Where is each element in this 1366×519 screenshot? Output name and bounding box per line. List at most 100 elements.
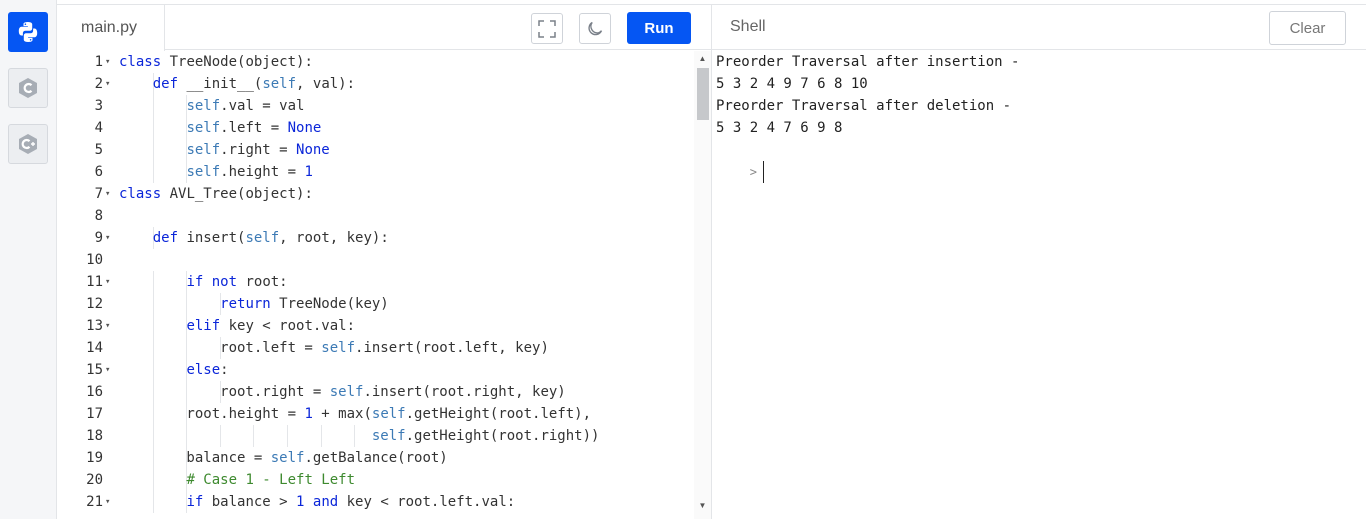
shell-output-line: 5 3 2 4 9 7 6 8 10 bbox=[716, 76, 868, 92]
line-number: 1 bbox=[94, 54, 103, 70]
code-text: class AVL_Tree(object): bbox=[119, 186, 313, 202]
shell-output-line: Preorder Traversal after insertion - bbox=[716, 54, 1020, 70]
cpp-language-icon bbox=[19, 134, 37, 154]
code-text: else: bbox=[186, 362, 229, 378]
code-line[interactable]: 17 root.height = 1 + max(self.getHeight(… bbox=[57, 403, 697, 425]
fullscreen-button[interactable] bbox=[531, 13, 563, 44]
code-line[interactable]: 19 balance = self.getBalance(root) bbox=[57, 447, 697, 469]
line-number: 14 bbox=[86, 340, 103, 356]
fold-toggle-icon[interactable]: ▾ bbox=[105, 271, 110, 293]
shell-prompt: > bbox=[749, 165, 757, 179]
cpp-language-button[interactable] bbox=[8, 124, 48, 164]
language-sidebar bbox=[0, 0, 57, 519]
shell-output-line: 5 3 2 4 7 6 9 8 bbox=[716, 120, 843, 136]
fold-toggle-icon[interactable]: ▾ bbox=[105, 73, 110, 95]
line-number: 7 bbox=[94, 186, 103, 202]
code-text: # Case 1 - Left Left bbox=[186, 472, 356, 488]
moon-icon bbox=[588, 21, 603, 35]
line-number: 11 bbox=[86, 274, 103, 290]
code-editor[interactable]: 1 ▾ class TreeNode(object): 2 ▾ def __init__… bbox=[57, 51, 711, 519]
fold-toggle-icon[interactable]: ▾ bbox=[105, 51, 110, 73]
line-number: 18 bbox=[86, 428, 103, 444]
code-line[interactable]: 20 # Case 1 - Left Left bbox=[57, 469, 697, 491]
line-number: 3 bbox=[94, 98, 103, 114]
editor-scrollbar[interactable]: ▲ ▼ bbox=[694, 51, 711, 519]
clear-button[interactable]: Clear bbox=[1269, 11, 1346, 45]
python-icon bbox=[18, 22, 38, 42]
code-line[interactable]: 7 ▾ class AVL_Tree(object): bbox=[57, 183, 697, 205]
line-number: 19 bbox=[86, 450, 103, 466]
fold-toggle-icon[interactable]: ▾ bbox=[105, 227, 110, 249]
code-line[interactable]: 1 ▾ class TreeNode(object): bbox=[57, 51, 697, 73]
file-tab-main-py[interactable]: main.py bbox=[57, 4, 165, 51]
code-line[interactable]: 3 self.val = val bbox=[57, 95, 697, 117]
code-line[interactable]: 6 self.height = 1 bbox=[57, 161, 697, 183]
code-line[interactable]: 21 ▾ if balance > 1 and key < root.left.v… bbox=[57, 491, 697, 513]
code-line[interactable]: 18 self.getHeight(root.right)) bbox=[57, 425, 697, 447]
line-number: 20 bbox=[86, 472, 103, 488]
fold-toggle-icon[interactable]: ▾ bbox=[105, 315, 110, 337]
code-line[interactable]: 9 ▾ def insert(self, root, key): bbox=[57, 227, 697, 249]
code-line[interactable]: 10 bbox=[57, 249, 697, 271]
code-text: def insert(self, root, key): bbox=[152, 230, 389, 246]
scroll-down-arrow-icon[interactable]: ▼ bbox=[697, 501, 708, 510]
code-line[interactable]: 15 ▾ else: bbox=[57, 359, 697, 381]
line-number: 17 bbox=[86, 406, 103, 422]
code-text: self.right = None bbox=[186, 142, 330, 158]
shell-toolbar: Shell Clear bbox=[712, 4, 1366, 50]
line-number: 10 bbox=[86, 252, 103, 268]
code-text: root.height = 1 + max(self.getHeight(roo… bbox=[119, 406, 592, 422]
text-cursor bbox=[762, 161, 764, 183]
line-number: 2 bbox=[94, 76, 103, 92]
code-text: self.getHeight(root.right)) bbox=[371, 428, 600, 444]
code-text: def __init__(self, val): bbox=[152, 76, 356, 92]
shell-output[interactable]: Preorder Traversal after insertion - 5 3… bbox=[716, 51, 1362, 519]
line-number: 6 bbox=[94, 164, 103, 180]
code-text: class TreeNode(object): bbox=[119, 54, 313, 70]
code-line[interactable]: 11 ▾ if not root: bbox=[57, 271, 697, 293]
shell-prompt-line[interactable]: > bbox=[716, 139, 764, 183]
code-text: self.left = None bbox=[186, 120, 322, 136]
code-line[interactable]: 14 root.left = self.insert(root.left, ke… bbox=[57, 337, 697, 359]
c-language-button[interactable] bbox=[8, 68, 48, 108]
scroll-up-arrow-icon[interactable]: ▲ bbox=[697, 54, 708, 63]
panel-divider[interactable] bbox=[711, 4, 712, 519]
line-number: 8 bbox=[94, 208, 103, 224]
code-text: root.left = self.insert(root.left, key) bbox=[119, 340, 549, 356]
code-line[interactable]: 4 self.left = None bbox=[57, 117, 697, 139]
line-number: 9 bbox=[94, 230, 103, 246]
fold-toggle-icon[interactable]: ▾ bbox=[105, 491, 110, 513]
code-text: return TreeNode(key) bbox=[220, 296, 389, 312]
line-number: 15 bbox=[86, 362, 103, 378]
code-text: self.height = 1 bbox=[186, 164, 313, 180]
code-line[interactable]: 12 return TreeNode(key) bbox=[57, 293, 697, 315]
dark-mode-toggle[interactable] bbox=[579, 13, 611, 44]
code-line[interactable]: 2 ▾ def __init__(self, val): bbox=[57, 73, 697, 95]
line-number: 12 bbox=[86, 296, 103, 312]
run-button[interactable]: Run bbox=[627, 12, 691, 44]
code-text: balance = self.getBalance(root) bbox=[119, 450, 448, 466]
code-line[interactable]: 13 ▾ elif key < root.val: bbox=[57, 315, 697, 337]
code-text: root.right = self.insert(root.right, key… bbox=[119, 384, 566, 400]
code-text: elif key < root.val: bbox=[186, 318, 356, 334]
editor-toolbar: main.py Run bbox=[57, 4, 711, 51]
code-text: if not root: bbox=[186, 274, 288, 290]
line-number: 5 bbox=[94, 142, 103, 158]
line-number: 4 bbox=[94, 120, 103, 136]
shell-title: Shell bbox=[730, 18, 766, 35]
python-language-button[interactable] bbox=[8, 12, 48, 52]
code-text: self.val = val bbox=[186, 98, 305, 114]
line-number: 13 bbox=[86, 318, 103, 334]
scrollbar-thumb[interactable] bbox=[697, 68, 709, 120]
code-text: if balance > 1 and key < root.left.val: bbox=[186, 494, 516, 510]
line-number: 16 bbox=[86, 384, 103, 400]
shell-output-line: Preorder Traversal after deletion - bbox=[716, 98, 1012, 114]
code-line[interactable]: 8 bbox=[57, 205, 697, 227]
fullscreen-icon bbox=[538, 19, 556, 38]
c-language-icon bbox=[19, 78, 37, 98]
code-line[interactable]: 16 root.right = self.insert(root.right, … bbox=[57, 381, 697, 403]
fold-toggle-icon[interactable]: ▾ bbox=[105, 359, 110, 381]
line-number: 21 bbox=[86, 494, 103, 510]
code-line[interactable]: 5 self.right = None bbox=[57, 139, 697, 161]
fold-toggle-icon[interactable]: ▾ bbox=[105, 183, 110, 205]
